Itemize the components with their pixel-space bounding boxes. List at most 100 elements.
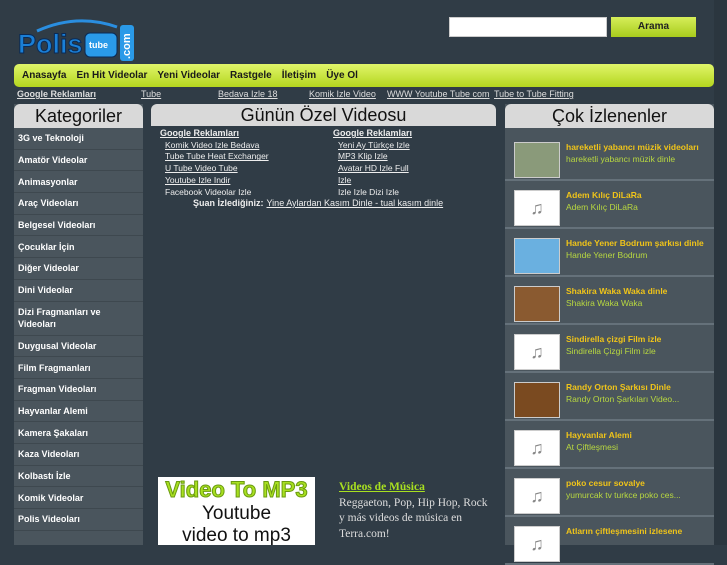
music-note-icon[interactable]: ♫: [514, 526, 560, 562]
ad-title: Video To MP3: [165, 477, 308, 503]
video-to-mp3-ad[interactable]: Video To MP3 Youtube video to mp3: [158, 477, 315, 545]
item-subtitle: hareketli yabancı müzik dinle: [566, 154, 676, 164]
category-item[interactable]: Hayvanlar Alemi: [14, 401, 143, 423]
ad-text: Youtube: [201, 503, 272, 524]
svg-text:Polis: Polis: [18, 29, 83, 59]
nav-home[interactable]: Anasayfa: [22, 70, 66, 81]
ad-text: video to mp3: [182, 525, 291, 545]
ad-link[interactable]: Avatar HD Izle Full: [333, 163, 412, 175]
ad-link[interactable]: Bedava Izle 18: [218, 89, 278, 99]
category-item[interactable]: Kolbastı İzle: [14, 466, 143, 488]
ad-row-heading[interactable]: Google Reklamları: [17, 89, 96, 99]
category-item[interactable]: Polis Videoları: [14, 509, 143, 531]
ad-link[interactable]: Yeni Ay Türkçe Izle: [333, 140, 412, 152]
most-watched-item[interactable]: ♫ Adem Kılıç DiLaRa Adem Kılıç DiLaRa: [505, 181, 714, 229]
item-subtitle: Sindirella Çizgi Film izle: [566, 346, 656, 356]
most-watched-item[interactable]: ♫ Atların çiftleşmesini izlesene: [505, 517, 714, 565]
terra-ad-link[interactable]: Videos de Música: [339, 480, 489, 496]
ad-link[interactable]: Tube to Tube Fitting: [494, 89, 574, 99]
main-nav: Anasayfa En Hit Videolar Yeni Videolar R…: [14, 64, 714, 87]
now-watching-link[interactable]: Yine Aylardan Kasım Dinle - tual kasım d…: [267, 198, 444, 208]
category-item[interactable]: Fragman Videoları: [14, 379, 143, 401]
item-subtitle: At Çiftleşmesi: [566, 442, 618, 452]
nav-contact[interactable]: İletişim: [282, 70, 316, 81]
ad-link[interactable]: Komik Video Izle Bedava: [160, 140, 269, 152]
most-watched-item[interactable]: ♫ poko cesur sovalye yumurcak tv turkce po…: [505, 469, 714, 517]
music-note-icon[interactable]: ♫: [514, 334, 560, 370]
music-note-icon[interactable]: ♫: [514, 430, 560, 466]
most-watched-item[interactable]: hareketli yabancı müzik videoları hareket…: [505, 133, 714, 181]
item-subtitle: Randy Orton Şarkıları Video...: [566, 394, 680, 404]
search-input[interactable]: [449, 17, 607, 37]
svg-text:tube: tube: [89, 40, 108, 50]
category-item[interactable]: Film Fragmanları: [14, 357, 143, 379]
music-note-icon[interactable]: ♫: [514, 190, 560, 226]
category-item[interactable]: Kamera Şakaları: [14, 422, 143, 444]
item-subtitle: yumurcak tv turkce poko ces...: [566, 490, 681, 500]
item-title[interactable]: Sindirella çizgi Film izle: [566, 334, 661, 344]
video-thumbnail[interactable]: [514, 286, 560, 322]
featured-video-panel: Günün Özel Videosu Google Reklamları Kom…: [151, 104, 496, 208]
category-item[interactable]: 3G ve Teknoloji: [14, 128, 143, 150]
ad-link[interactable]: Youtube Izle Indir: [160, 175, 269, 187]
nav-random[interactable]: Rastgele: [230, 70, 272, 81]
item-title[interactable]: Adem Kılıç DiLaRa: [566, 190, 642, 200]
terra-ad: Videos de Música Reggaeton, Pop, Hip Hop…: [339, 480, 489, 542]
nav-new-videos[interactable]: Yeni Videolar: [157, 70, 220, 81]
ad-link[interactable]: WWW Youtube Tube com: [387, 89, 490, 99]
item-title[interactable]: Atların çiftleşmesini izlesene: [566, 526, 682, 536]
ad-link[interactable]: Izle: [333, 175, 412, 187]
now-watching-label: Şuan İzlediğiniz:: [193, 198, 264, 208]
ad-column-2: Google Reklamları Yeni Ay Türkçe Izle MP…: [333, 128, 412, 198]
page-edge: [714, 0, 727, 545]
video-thumbnail[interactable]: [514, 382, 560, 418]
category-item[interactable]: Komik Videolar: [14, 487, 143, 509]
item-title[interactable]: hareketli yabancı müzik videoları: [566, 142, 699, 152]
terra-ad-body: Reggaeton, Pop, Hip Hop, Rock y más vide…: [339, 496, 488, 540]
most-watched-item[interactable]: Randy Orton Şarkısı Dinle Randy Orton Şar…: [505, 373, 714, 421]
ad-link[interactable]: Tube: [141, 89, 161, 99]
nav-top-videos[interactable]: En Hit Videolar: [76, 70, 147, 81]
item-subtitle: Hande Yener Bodrum: [566, 250, 648, 260]
item-title[interactable]: Randy Orton Şarkısı Dinle: [566, 382, 671, 392]
category-item[interactable]: Belgesel Videoları: [14, 215, 143, 237]
most-watched-item[interactable]: Shakira Waka Waka dinle Shakira Waka Waka: [505, 277, 714, 325]
category-item[interactable]: Dini Videolar: [14, 280, 143, 302]
video-thumbnail[interactable]: [514, 142, 560, 178]
ad-column-1: Google Reklamları Komik Video Izle Bedav…: [160, 128, 269, 198]
most-watched-item[interactable]: Hande Yener Bodrum şarkısı dinle Hande Ye…: [505, 229, 714, 277]
categories-panel: Kategoriler 3G ve Teknoloji Amatör Videol…: [14, 104, 143, 545]
ad-link[interactable]: Tube Tube Heat Exchanger: [160, 151, 269, 163]
category-item[interactable]: Diğer Videolar: [14, 258, 143, 280]
category-item[interactable]: Dizi Fragmanları ve Videoları: [14, 302, 143, 336]
item-title[interactable]: Hayvanlar Alemi: [566, 430, 632, 440]
most-watched-item[interactable]: ♫ Sindirella çizgi Film izle Sindirella Çi…: [505, 325, 714, 373]
category-item[interactable]: Amatör Videolar: [14, 150, 143, 172]
category-item[interactable]: Araç Videoları: [14, 193, 143, 215]
most-watched-item[interactable]: ♫ Hayvanlar Alemi At Çiftleşmesi: [505, 421, 714, 469]
music-note-icon[interactable]: ♫: [514, 478, 560, 514]
search-button[interactable]: Arama: [611, 17, 696, 37]
ad-link[interactable]: U Tube Video Tube: [160, 163, 269, 175]
category-item[interactable]: Animasyonlar: [14, 171, 143, 194]
video-thumbnail[interactable]: [514, 238, 560, 274]
item-title[interactable]: poko cesur sovalye: [566, 478, 645, 488]
now-watching: Şuan İzlediğiniz: Yine Aylardan Kasım Din…: [193, 198, 443, 208]
site-logo[interactable]: Polis tube .com: [17, 17, 137, 63]
category-item[interactable]: Kaza Videoları: [14, 444, 143, 466]
ad-link[interactable]: Facebook Videolar Izle: [160, 187, 269, 199]
featured-title: Günün Özel Videosu: [151, 104, 496, 126]
ad-link[interactable]: MP3 Klip Izle: [333, 151, 412, 163]
ad-heading[interactable]: Google Reklamları: [333, 128, 412, 140]
item-subtitle: Shakira Waka Waka: [566, 298, 643, 308]
ad-link[interactable]: Izle Izle Dizi Izle: [333, 187, 412, 199]
ad-link[interactable]: Komik Izle Video: [309, 89, 376, 99]
item-title[interactable]: Shakira Waka Waka dinle: [566, 286, 667, 296]
item-title[interactable]: Hande Yener Bodrum şarkısı dinle: [566, 238, 704, 248]
ad-heading[interactable]: Google Reklamları: [160, 128, 269, 140]
category-item[interactable]: Çocuklar İçin: [14, 236, 143, 259]
nav-register[interactable]: Üye Ol: [326, 70, 358, 81]
ad-links-row: Google Reklamları Tube Bedava Izle 18 Ko…: [17, 89, 577, 101]
category-item[interactable]: Duygusal Videolar: [14, 336, 143, 358]
most-watched-title: Çok İzlenenler: [505, 104, 714, 128]
